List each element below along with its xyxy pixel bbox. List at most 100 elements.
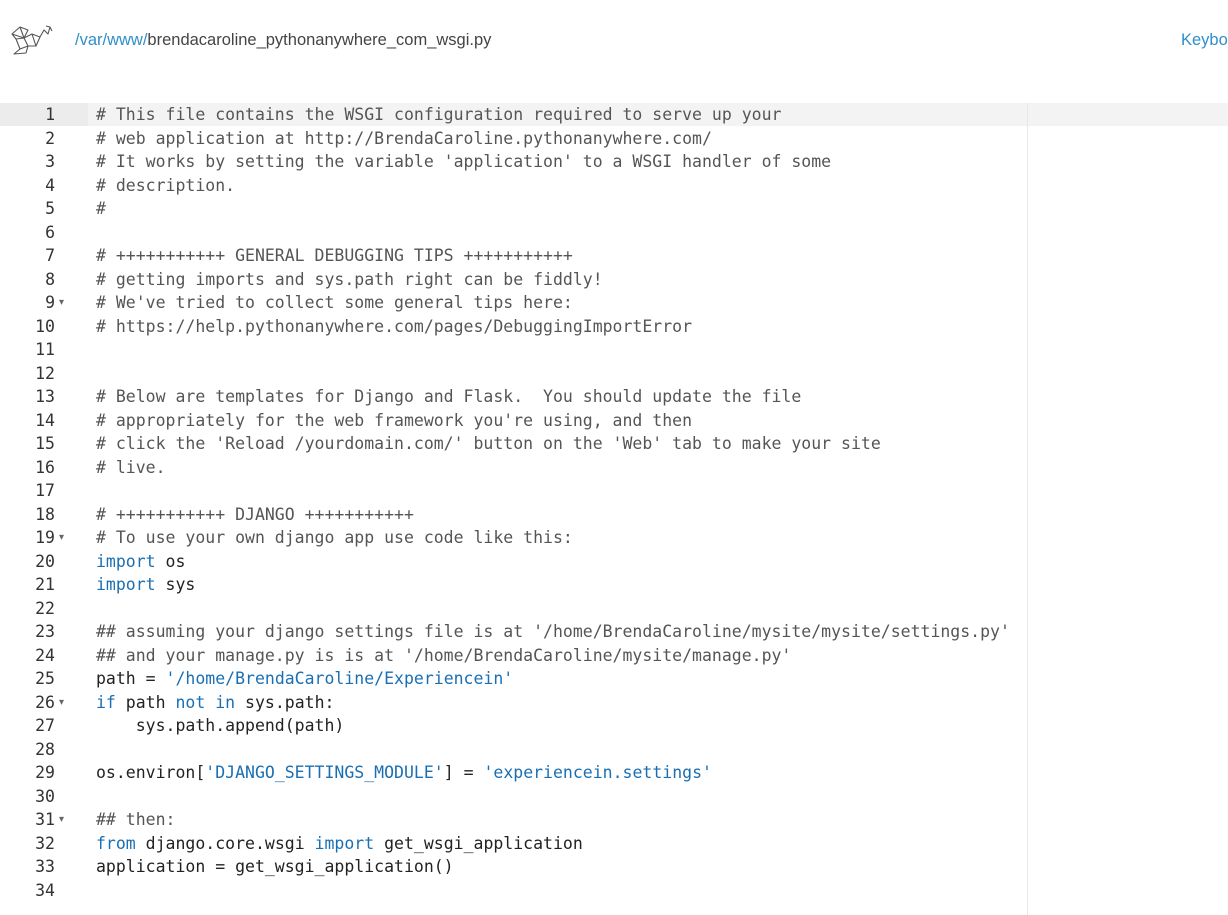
code-token-comment: # It works by setting the variable 'appl… bbox=[96, 152, 832, 171]
code-token-comment: ## assuming your django settings file is… bbox=[96, 622, 1010, 641]
code-line[interactable]: 8 # getting imports and sys.path right ca… bbox=[0, 268, 1228, 292]
code-text: # appropriately for the web framework yo… bbox=[96, 409, 692, 433]
line-number: 14 bbox=[35, 410, 55, 430]
code-token-ident bbox=[205, 693, 215, 712]
line-number: 32 bbox=[35, 833, 55, 853]
code-line[interactable]: 26 ▾ if path not in sys.path: bbox=[0, 691, 1228, 715]
fold-arrow-icon[interactable]: ▾ bbox=[59, 691, 71, 715]
code-editor[interactable]: 1 # This file contains the WSGI configura… bbox=[0, 103, 1228, 915]
line-number: 28 bbox=[35, 739, 55, 759]
file-path-filename: brendacaroline_pythonanywhere_com_wsgi.p… bbox=[147, 31, 492, 49]
fold-arrow-icon[interactable]: ▾ bbox=[59, 526, 71, 550]
code-line[interactable]: 33 application = get_wsgi_application() bbox=[0, 855, 1228, 879]
code-token-comment: ## then: bbox=[96, 810, 176, 829]
code-line[interactable]: 13 # Below are templates for Django and F… bbox=[0, 385, 1228, 409]
code-line[interactable]: 25 path = '/home/BrendaCaroline/Experienc… bbox=[0, 667, 1228, 691]
code-line[interactable]: 29 os.environ['DJANGO_SETTINGS_MODULE'] =… bbox=[0, 761, 1228, 785]
code-line[interactable]: 32 from django.core.wsgi import get_wsgi_… bbox=[0, 832, 1228, 856]
code-line[interactable]: 17 bbox=[0, 479, 1228, 503]
editor-header: /var/www/brendacaroline_pythonanywhere_c… bbox=[0, 0, 1228, 80]
code-line[interactable]: 30 bbox=[0, 785, 1228, 809]
code-line[interactable]: 11 bbox=[0, 338, 1228, 362]
code-line[interactable]: 5 # bbox=[0, 197, 1228, 221]
line-number: 27 bbox=[35, 716, 55, 735]
code-line[interactable]: 18 # +++++++++++ DJANGO +++++++++++ bbox=[0, 503, 1228, 527]
code-token-comment: # getting imports and sys.path right can… bbox=[96, 269, 603, 289]
code-line[interactable]: 12 bbox=[0, 362, 1228, 386]
line-number: 4 bbox=[45, 175, 55, 195]
code-text: # To use your own django app use code li… bbox=[96, 526, 573, 550]
code-line[interactable]: 10 # https://help.pythonanywhere.com/page… bbox=[0, 315, 1228, 339]
code-text: # click the 'Reload /yourdomain.com/' bu… bbox=[96, 432, 881, 456]
code-line[interactable]: 34 bbox=[0, 879, 1228, 903]
fold-arrow-icon[interactable]: ▾ bbox=[59, 291, 71, 315]
code-token-comment: # Below are templates for Django and Fla… bbox=[96, 387, 802, 406]
code-token-comment: ## and your manage.py is is at '/home/Br… bbox=[96, 645, 792, 665]
code-token-comment: # +++++++++++ GENERAL DEBUGGING TIPS +++… bbox=[96, 246, 573, 265]
code-line[interactable]: 14 # appropriately for the web framework … bbox=[0, 409, 1228, 433]
line-number: 30 bbox=[35, 786, 55, 806]
code-text: # https://help.pythonanywhere.com/pages/… bbox=[96, 315, 692, 339]
pythonanywhere-logo-icon bbox=[11, 25, 53, 55]
line-number: 11 bbox=[35, 340, 55, 359]
code-token-ident: get_wsgi_application bbox=[374, 833, 583, 853]
code-line[interactable]: 1 # This file contains the WSGI configura… bbox=[0, 103, 1228, 127]
code-text: # bbox=[96, 197, 106, 221]
code-line[interactable]: 9 ▾ # We've tried to collect some general … bbox=[0, 291, 1228, 315]
code-line[interactable]: 15 # click the 'Reload /yourdomain.com/' … bbox=[0, 432, 1228, 456]
code-text: # It works by setting the variable 'appl… bbox=[96, 150, 831, 174]
code-line[interactable]: 27 sys.path.append(path) bbox=[0, 714, 1228, 738]
code-line[interactable]: 6 bbox=[0, 221, 1228, 245]
code-line[interactable]: 7 # +++++++++++ GENERAL DEBUGGING TIPS ++… bbox=[0, 244, 1228, 268]
code-line[interactable]: 4 # description. bbox=[0, 174, 1228, 198]
code-token-ident: path bbox=[115, 692, 176, 712]
keyboard-shortcuts-link[interactable]: Keybo bbox=[1181, 31, 1228, 50]
code-line[interactable]: 31 ▾ ## then: bbox=[0, 808, 1228, 832]
code-text: # +++++++++++ GENERAL DEBUGGING TIPS +++… bbox=[96, 244, 573, 268]
line-number: 29 bbox=[35, 763, 55, 782]
line-number: 8 bbox=[45, 269, 55, 289]
code-text: import sys bbox=[96, 573, 195, 597]
fold-arrow-icon[interactable]: ▾ bbox=[59, 808, 71, 832]
code-token-comment: # live. bbox=[96, 457, 166, 477]
code-text: # live. bbox=[96, 456, 166, 480]
code-token-comment: # description. bbox=[96, 175, 236, 195]
code-text: path = '/home/BrendaCaroline/Experiencei… bbox=[96, 667, 513, 691]
code-line[interactable]: 23 ## assuming your django settings file … bbox=[0, 620, 1228, 644]
code-line[interactable]: 22 bbox=[0, 597, 1228, 621]
code-line[interactable]: 3 # It works by setting the variable 'app… bbox=[0, 150, 1228, 174]
file-path-dir-link[interactable]: /var/www/ bbox=[75, 31, 147, 49]
code-token-ident: application = get_wsgi_application() bbox=[96, 857, 454, 876]
code-line[interactable]: 24 ## and your manage.py is is at '/home/… bbox=[0, 644, 1228, 668]
code-text: ## assuming your django settings file is… bbox=[96, 620, 1010, 644]
line-number: 10 bbox=[35, 316, 55, 336]
code-line[interactable]: 16 # live. bbox=[0, 456, 1228, 480]
code-line[interactable]: 28 bbox=[0, 738, 1228, 762]
file-path: /var/www/brendacaroline_pythonanywhere_c… bbox=[75, 31, 491, 50]
code-text: from django.core.wsgi import get_wsgi_ap… bbox=[96, 832, 583, 856]
code-line[interactable]: 19 ▾ # To use your own django app use code… bbox=[0, 526, 1228, 550]
code-line[interactable]: 2 # web application at http://BrendaCarol… bbox=[0, 127, 1228, 151]
code-token-comment: # https://help.pythonanywhere.com/pages/… bbox=[96, 316, 693, 336]
code-token-ident: sys bbox=[155, 575, 196, 594]
line-number: 16 bbox=[35, 457, 55, 477]
code-text: if path not in sys.path: bbox=[96, 691, 334, 715]
code-text: # We've tried to collect some general ti… bbox=[96, 291, 573, 315]
code-text: # This file contains the WSGI configurat… bbox=[96, 103, 781, 127]
line-number: 6 bbox=[45, 222, 55, 242]
line-number: 2 bbox=[45, 128, 55, 148]
code-token-keyword: if bbox=[96, 692, 116, 712]
line-number: 33 bbox=[35, 857, 55, 876]
line-number: 18 bbox=[35, 504, 55, 524]
line-number: 26 bbox=[35, 692, 55, 712]
code-line[interactable]: 20 import os bbox=[0, 550, 1228, 574]
code-token-ident: sys.path: bbox=[235, 692, 335, 712]
code-token-string: '/home/BrendaCaroline/Experiencein' bbox=[165, 669, 514, 688]
line-number: 5 bbox=[45, 199, 55, 218]
code-token-comment: # We've tried to collect some general ti… bbox=[96, 293, 573, 312]
code-token-comment: # click the 'Reload /yourdomain.com/' bu… bbox=[96, 434, 881, 453]
code-token-string: 'experiencein.settings' bbox=[483, 763, 712, 782]
code-token-comment: # web application at http://BrendaCaroli… bbox=[96, 128, 712, 148]
code-line[interactable]: 21 import sys bbox=[0, 573, 1228, 597]
code-token-string: 'DJANGO_SETTINGS_MODULE' bbox=[205, 763, 444, 782]
